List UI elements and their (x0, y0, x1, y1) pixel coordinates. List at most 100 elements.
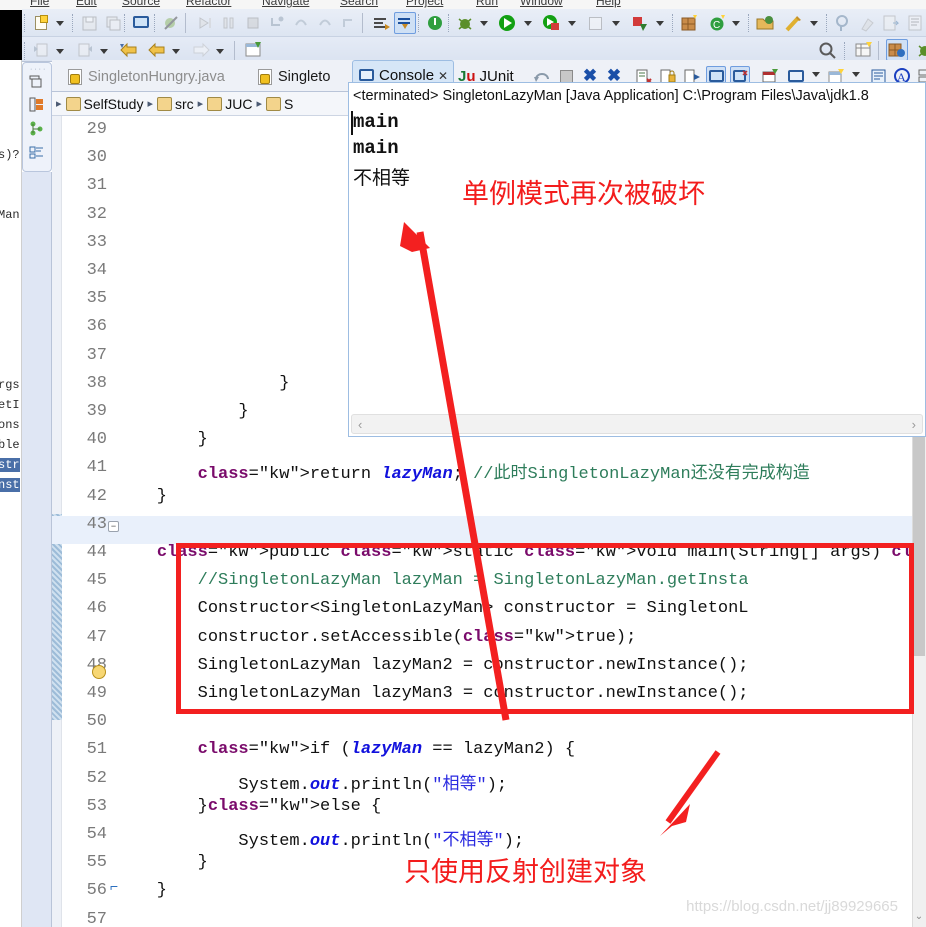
run-dropdown-icon[interactable] (524, 21, 532, 26)
class-icon (265, 96, 281, 111)
menu-item-window[interactable]: Window (520, 0, 563, 8)
use-step-filters-icon[interactable] (394, 12, 416, 34)
debug-icon[interactable] (454, 12, 476, 34)
line-number: 45 (86, 571, 107, 591)
back-dropdown-icon[interactable] (172, 49, 180, 54)
previous-annotation-icon[interactable] (30, 39, 52, 61)
code-line[interactable]: } (116, 402, 248, 421)
suspend-icon[interactable] (218, 12, 240, 34)
terminate-icon[interactable] (242, 12, 264, 34)
back-history-icon[interactable] (118, 39, 140, 61)
menu-item-refactor[interactable]: Refactor (186, 0, 231, 8)
pen-dropdown-icon[interactable] (810, 21, 818, 26)
new-java-package-icon[interactable] (678, 12, 700, 34)
drop-to-frame-icon[interactable] (338, 12, 360, 34)
line-number: 50 (86, 712, 107, 732)
scroll-down-arrow-icon[interactable]: ⌄ (913, 911, 925, 925)
code-line[interactable]: } (116, 881, 167, 900)
code-line[interactable]: } (116, 853, 208, 872)
highlight-icon[interactable] (856, 12, 878, 34)
step-over-icon[interactable] (290, 12, 312, 34)
run-icon[interactable] (496, 12, 518, 34)
step-into-icon[interactable] (266, 12, 288, 34)
search-marker-icon[interactable] (832, 12, 854, 34)
breadcrumb-item-src[interactable]: src (175, 96, 194, 112)
save-all-icon[interactable] (102, 12, 124, 34)
line-number: 55 (86, 853, 107, 873)
type-hierarchy-icon[interactable] (29, 121, 46, 138)
debug-dropdown-icon[interactable] (480, 21, 488, 26)
skip-breakpoints-icon[interactable] (160, 12, 182, 34)
menu-item-help[interactable]: Help (596, 0, 621, 8)
properties-icon[interactable] (904, 12, 926, 34)
scroll-right-arrow-icon[interactable]: › (912, 417, 916, 432)
breadcrumb-item-class[interactable]: S (284, 96, 293, 112)
next-annotation-dropdown-icon[interactable] (100, 49, 108, 54)
code-line[interactable]: System.out.println("不相等"); (116, 825, 524, 851)
menu-item-source[interactable]: Source (122, 0, 160, 8)
package-explorer-icon[interactable] (29, 97, 46, 114)
breadcrumb-item-project[interactable]: SelfStudy (84, 96, 144, 112)
stop-icon[interactable] (584, 12, 606, 34)
stop-dropdown-icon[interactable] (612, 21, 620, 26)
external-tools-icon[interactable] (628, 12, 650, 34)
new-wizard-icon[interactable] (30, 12, 52, 34)
forward-dropdown-icon[interactable] (216, 49, 224, 54)
step-filters-icon[interactable] (370, 12, 392, 34)
open-type-icon[interactable] (754, 12, 776, 34)
drag-handle-dots[interactable]: ···· (30, 66, 47, 73)
annotation-pen-icon[interactable] (782, 12, 804, 34)
close-icon[interactable]: ✕ (438, 69, 448, 83)
debug-perspective-icon[interactable] (914, 39, 926, 61)
breadcrumb-item-package[interactable]: JUC (225, 96, 252, 112)
back-icon[interactable] (146, 39, 168, 61)
code-line[interactable]: } (116, 374, 289, 393)
console-panel[interactable]: <terminated> SingletonLazyMan [Java Appl… (348, 82, 926, 437)
resume-icon[interactable] (194, 12, 216, 34)
code-line[interactable]: }class="kw">else { (116, 797, 382, 816)
console-dropdown-icon[interactable] (812, 72, 820, 77)
tab-singleton-hungry[interactable]: SingletonHungry.java (62, 62, 235, 92)
menu-item-file[interactable]: File (30, 0, 49, 8)
external-tools-dropdown-icon[interactable] (656, 21, 664, 26)
terminate-all-icon[interactable] (424, 12, 446, 34)
new-wizard-dropdown-icon[interactable] (56, 21, 64, 26)
menu-item-edit[interactable]: Edit (76, 0, 97, 8)
fold-collapse-icon[interactable]: − (108, 521, 119, 532)
run-coverage-icon[interactable] (540, 12, 562, 34)
new-console-dropdown-icon[interactable] (852, 72, 860, 77)
coverage-dropdown-icon[interactable] (568, 21, 576, 26)
code-line[interactable]: class="kw">if (lazyMan == lazyMan2) { (116, 740, 576, 759)
console-horizontal-scrollbar[interactable]: ‹ › (351, 414, 923, 434)
restore-view-icon[interactable] (29, 75, 46, 92)
menu-item-run[interactable]: Run (476, 0, 498, 8)
new-window-icon[interactable] (242, 39, 264, 61)
bg-fragment: Man (0, 208, 20, 222)
console-output[interactable]: main main 不相等 (349, 109, 925, 409)
code-line[interactable]: } (116, 487, 167, 506)
scroll-left-arrow-icon[interactable]: ‹ (358, 417, 362, 432)
console-view-icon[interactable] (130, 12, 152, 34)
next-annotation-icon[interactable] (74, 39, 96, 61)
code-line[interactable]: } (116, 430, 208, 449)
outline-view-icon[interactable] (29, 145, 46, 162)
bg-fragment: rgs (0, 378, 20, 392)
menu-item-navigate[interactable]: Navigate (262, 0, 309, 8)
java-perspective-icon[interactable] (886, 39, 908, 61)
open-perspective-icon[interactable] (852, 39, 874, 61)
forward-icon[interactable] (190, 39, 212, 61)
menu-item-search[interactable]: Search (340, 0, 378, 8)
search-icon[interactable] (816, 39, 838, 61)
new-class-icon[interactable]: C (706, 12, 728, 34)
warning-marker-icon[interactable] (92, 665, 106, 679)
open-task-icon[interactable] (880, 12, 902, 34)
code-line[interactable]: System.out.println("相等"); (116, 769, 507, 795)
save-icon[interactable] (78, 12, 100, 34)
step-return-icon[interactable] (314, 12, 336, 34)
menu-item-project[interactable]: Project (406, 0, 443, 8)
previous-annotation-dropdown-icon[interactable] (56, 49, 64, 54)
tab-singleton-lazyman[interactable]: Singleto (252, 62, 340, 92)
code-line[interactable]: class="kw">return lazyMan; //此时Singleton… (116, 458, 810, 484)
line-number: 56 (86, 881, 107, 901)
new-class-dropdown-icon[interactable] (732, 21, 740, 26)
